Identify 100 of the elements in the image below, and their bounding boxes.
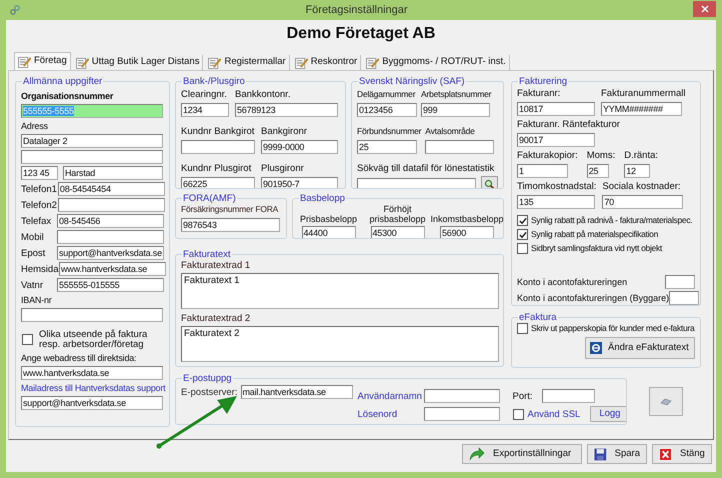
text-field[interactable]: 08-545456 bbox=[57, 214, 164, 228]
tab[interactable]: Företag bbox=[14, 52, 71, 70]
pencil-icon bbox=[208, 56, 222, 68]
field-label: Lösenord bbox=[358, 408, 398, 420]
text-field[interactable] bbox=[669, 291, 700, 305]
text-field[interactable]: 135 bbox=[517, 195, 595, 209]
company-heading: Demo Företaget AB bbox=[286, 24, 436, 44]
app-icon bbox=[10, 5, 20, 15]
text-field[interactable] bbox=[21, 150, 163, 164]
text-field[interactable]: 25 bbox=[586, 164, 609, 178]
checkbox-label: Olika utseende på faktura resp. arbetsorder/företag bbox=[39, 330, 148, 350]
log-button[interactable]: Logg bbox=[590, 406, 626, 422]
field-label: Fakturatextrad 1 bbox=[181, 260, 252, 271]
checkbox[interactable] bbox=[517, 243, 528, 254]
field-label: Använd SSL bbox=[528, 408, 580, 420]
text-field[interactable] bbox=[424, 407, 500, 421]
text-field[interactable]: 70 bbox=[602, 195, 684, 209]
field-label: Epost bbox=[21, 248, 46, 258]
edit-e-invoice-text-button[interactable]: Ändra eFakturatext bbox=[585, 337, 695, 359]
search-button[interactable] bbox=[481, 176, 498, 188]
text-field[interactable]: 08-54545454 bbox=[58, 182, 165, 196]
text-field[interactable] bbox=[357, 178, 476, 188]
text-field[interactable]: 12 bbox=[624, 164, 650, 178]
text-field[interactable]: 45300 bbox=[370, 226, 424, 238]
group-title: E-postuppg bbox=[182, 374, 233, 384]
checkbox-label: Sidbryt samlingsfaktura vid nytt objekt bbox=[531, 243, 662, 254]
group-title: Fakturatext bbox=[182, 250, 232, 260]
field-label: Arbetsplatsnummer bbox=[421, 89, 492, 100]
text-field[interactable]: 1 bbox=[517, 164, 568, 178]
pencil-icon bbox=[18, 56, 31, 68]
field-label: Port: bbox=[512, 390, 533, 402]
text-field[interactable] bbox=[57, 230, 164, 244]
field-label: Inkomstbasbelopp bbox=[430, 214, 503, 224]
text-field[interactable] bbox=[58, 198, 165, 212]
text-field[interactable]: 123 45 bbox=[21, 166, 58, 180]
checkbox-label: Synlig rabatt på materialspecifikation bbox=[531, 229, 658, 240]
checkbox[interactable] bbox=[517, 323, 528, 334]
text-field[interactable]: 555555-015555 bbox=[57, 278, 164, 292]
text-field[interactable]: 66225 bbox=[181, 177, 255, 188]
text-field[interactable]: 25 bbox=[357, 140, 417, 154]
text-field[interactable]: support@hantverksdata.se bbox=[57, 246, 164, 260]
e-icon bbox=[590, 342, 602, 354]
text-field[interactable]: www.hantverksdata.se bbox=[59, 262, 166, 276]
field-label: Fakturakopior: bbox=[517, 150, 578, 161]
checkbox-label: Synlig rabatt på radnivå - faktura/materialspec. bbox=[531, 215, 692, 226]
text-field[interactable]: mail.hantverksdata.se bbox=[240, 385, 352, 399]
pencil-icon bbox=[294, 56, 308, 68]
text-field[interactable]: 999 bbox=[421, 103, 490, 117]
group-title: eFaktura bbox=[518, 313, 558, 323]
field-label: Prisbasbelopp bbox=[300, 214, 358, 224]
field-label: Kundnr Plusgirot bbox=[181, 163, 252, 174]
text-field[interactable] bbox=[425, 140, 494, 154]
text-field[interactable]: 56789123 bbox=[235, 103, 338, 117]
group-title: Bank-/Plusgiro bbox=[182, 77, 246, 87]
text-field[interactable]: 901950-7 bbox=[261, 177, 338, 188]
checkbox[interactable] bbox=[517, 215, 528, 226]
save-button[interactable]: Spara bbox=[587, 444, 647, 464]
text-field[interactable] bbox=[424, 389, 500, 403]
field-label: Konto i acontofaktureringen bbox=[517, 276, 628, 288]
text-field[interactable]: 1234 bbox=[181, 103, 229, 117]
checkbox[interactable] bbox=[517, 229, 528, 240]
close-button[interactable]: Stäng bbox=[652, 444, 712, 464]
field-label: Delägarnummer bbox=[357, 89, 416, 100]
checkbox[interactable] bbox=[22, 334, 33, 345]
text-field[interactable]: Datalager 2 bbox=[21, 134, 163, 148]
text-field[interactable]: 56900 bbox=[440, 226, 494, 238]
field-label: Vatnr bbox=[21, 280, 44, 290]
text-field[interactable]: 0123456 bbox=[357, 103, 417, 117]
export-button[interactable]: Exportinställningar bbox=[462, 444, 582, 464]
text-field[interactable]: YYMM####### bbox=[601, 102, 682, 116]
text-field[interactable]: www.hantverksdata.se bbox=[21, 366, 163, 380]
text-area[interactable]: Fakturatext 2 bbox=[181, 326, 499, 362]
text-field[interactable]: 9999-0000 bbox=[261, 140, 338, 154]
text-field[interactable] bbox=[665, 275, 695, 289]
close-icon bbox=[700, 4, 708, 12]
text-field[interactable]: support@hantverksdata.se bbox=[21, 396, 163, 410]
field-label: Mobil bbox=[21, 232, 45, 242]
field-label: Timomkostnadstal: bbox=[517, 181, 596, 192]
text-field[interactable]: 90017 bbox=[517, 133, 595, 147]
close-button[interactable] bbox=[693, 0, 716, 16]
checkbox[interactable] bbox=[512, 408, 524, 420]
text-field[interactable]: 9876543 bbox=[181, 218, 280, 232]
text-field[interactable]: 44400 bbox=[302, 226, 356, 238]
field-label: Förbundsnummer bbox=[357, 126, 422, 137]
window-title: Företagsinställningar bbox=[305, 2, 408, 18]
text-field[interactable]: 10817 bbox=[517, 102, 595, 116]
text-field[interactable] bbox=[21, 308, 163, 322]
text-area[interactable]: Fakturatext 1 bbox=[181, 273, 499, 309]
field-label: Hemsida bbox=[21, 264, 58, 274]
field-label: D.ränta: bbox=[624, 150, 658, 161]
field-label: Mailadress till Hantverksdatas support bbox=[21, 383, 164, 394]
field-label: Fakturanr. Räntefakturor bbox=[517, 119, 620, 130]
pencil-icon bbox=[366, 56, 380, 68]
field-label: Sociala kostnader: bbox=[602, 181, 682, 192]
field-label: Moms: bbox=[586, 150, 616, 161]
text-field[interactable] bbox=[181, 140, 255, 154]
text-field[interactable]: Harstad bbox=[63, 166, 163, 180]
field-label: Konto i acontofaktureringen (Byggare) bbox=[517, 292, 670, 304]
text-field[interactable] bbox=[542, 389, 595, 403]
field-label: Förhöjt prisbasbelopp bbox=[368, 204, 427, 224]
